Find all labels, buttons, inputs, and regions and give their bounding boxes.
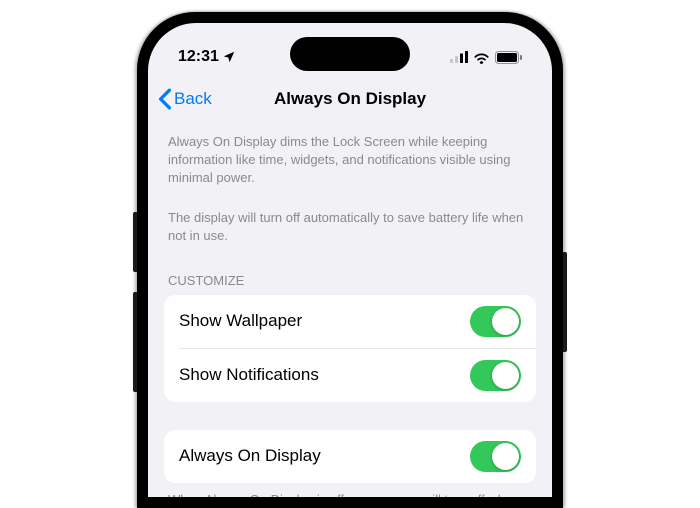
- setting-row-show-notifications[interactable]: Show Notifications: [179, 348, 536, 402]
- content: Always On Display dims the Lock Screen w…: [148, 121, 552, 497]
- back-button[interactable]: Back: [158, 88, 212, 110]
- dynamic-island: [290, 37, 410, 71]
- setting-label: Show Wallpaper: [179, 311, 302, 331]
- description-text: The display will turn off automatically …: [164, 203, 536, 251]
- description-text: Always On Display dims the Lock Screen w…: [164, 127, 536, 193]
- setting-label: Always On Display: [179, 446, 321, 466]
- nav-bar: Back Always On Display: [148, 77, 552, 121]
- status-time: 12:31: [178, 48, 219, 66]
- toggle-switch[interactable]: [470, 306, 521, 337]
- settings-group-main: Always On Display: [164, 430, 536, 483]
- chevron-left-icon: [158, 88, 172, 110]
- toggle-switch[interactable]: [470, 360, 521, 391]
- back-label: Back: [174, 89, 212, 109]
- settings-group-customize: Show Wallpaper Show Notifications: [164, 295, 536, 402]
- screen: 12:31 Back Always On Display Always On D…: [148, 23, 552, 497]
- setting-row-always-on-display[interactable]: Always On Display: [164, 430, 536, 483]
- cellular-icon: [450, 51, 468, 63]
- location-icon: [222, 50, 236, 64]
- device-frame: 12:31 Back Always On Display Always On D…: [137, 12, 563, 508]
- setting-label: Show Notifications: [179, 365, 319, 385]
- power-button-indicator: [563, 252, 567, 352]
- toggle-switch[interactable]: [470, 441, 521, 472]
- battery-icon: [495, 51, 522, 64]
- section-header-customize: CUSTOMIZE: [164, 251, 536, 295]
- footer-text: When Always On Display is off, your scre…: [164, 483, 536, 497]
- setting-row-show-wallpaper[interactable]: Show Wallpaper: [164, 295, 536, 348]
- wifi-icon: [473, 51, 490, 64]
